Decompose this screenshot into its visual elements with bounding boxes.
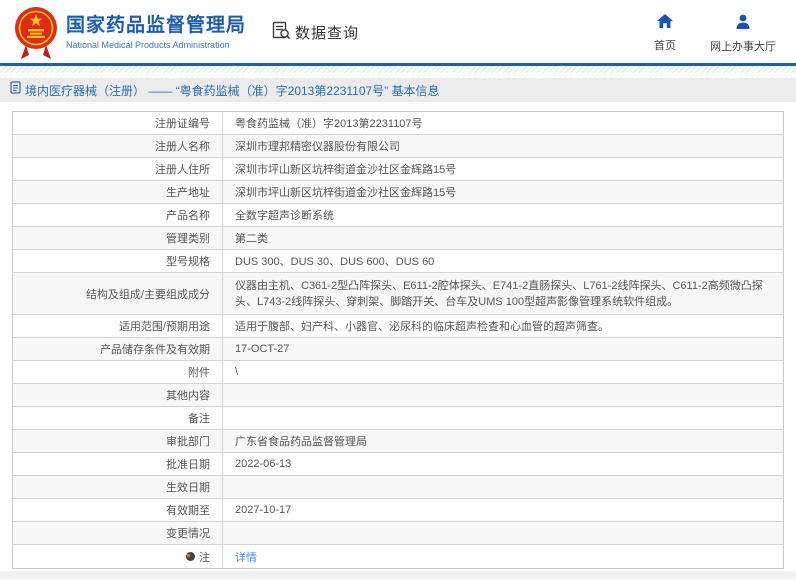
agency-title-block: 国家药品监督管理局 National Medical Products Admi… <box>66 14 246 50</box>
row-label: 注册人名称 <box>13 135 223 157</box>
row-label: 其他内容 <box>13 384 223 406</box>
row-label: 适用范围/预期用途 <box>13 315 223 337</box>
table-row-reg-number: 注册证编号 粤食药监械（准）字2013第2231107号 <box>13 112 783 135</box>
module-title: 数据查询 <box>295 25 360 42</box>
row-label: 注 <box>13 545 223 568</box>
row-label: 注册人住所 <box>13 158 223 180</box>
row-label: 产品名称 <box>13 204 223 226</box>
table-row-other-content: 其他内容 <box>13 384 783 407</box>
note-icon <box>186 552 195 561</box>
row-label: 型号规格 <box>13 250 223 272</box>
row-label: 有效期至 <box>13 499 223 521</box>
agency-name: 国家药品监督管理局 <box>66 14 247 36</box>
document-icon <box>10 81 21 99</box>
main-content: 注册证编号 粤食药监械（准）字2013第2231107号 注册人名称 深圳市理邦… <box>0 102 796 569</box>
module-header: 数据查询 <box>272 21 359 45</box>
row-value: 17-OCT-27 <box>235 343 290 355</box>
row-value <box>223 384 783 406</box>
row-label-text: 注 <box>199 551 210 564</box>
row-value: 深圳市坪山新区坑梓街道金沙社区金辉路15号 <box>235 187 457 199</box>
table-row-change-status: 变更情况 <box>13 522 783 545</box>
table-row-intended-use: 适用范围/预期用途 适用于腹部、妇产科、小器官、泌尿科的临床超声检查和心血管的超… <box>13 315 783 338</box>
row-label: 生效日期 <box>13 476 223 498</box>
row-value: 深圳市理邦精密仪器股份有限公司 <box>235 141 400 153</box>
row-label: 备注 <box>13 407 223 429</box>
row-label: 审批部门 <box>13 430 223 452</box>
header-nav: 首页 网上办事大厅 <box>654 13 776 54</box>
row-label: 附件 <box>13 361 223 383</box>
hatch-divider <box>0 66 796 73</box>
row-value: DUS 300、DUS 30、DUS 600、DUS 60 <box>235 256 435 268</box>
agency-name-en: National Medical Products Administration <box>66 39 230 50</box>
table-row-effective-date: 生效日期 <box>13 476 783 499</box>
row-value: 粤食药监械（准）字2013第2231107号 <box>235 118 423 130</box>
row-label: 变更情况 <box>13 522 223 544</box>
row-label: 结构及组成/主要组成成分 <box>13 273 223 314</box>
site-header: 国家药品监督管理局 National Medical Products Admi… <box>0 0 796 66</box>
row-value: \ <box>235 366 239 378</box>
breadcrumb-text: 境内医疗器械（注册） —— “粤食药监械（准）字2013第2231107号” 基… <box>25 83 440 98</box>
row-label: 产品储存条件及有效期 <box>13 338 223 360</box>
row-value: 仪器由主机、C361-2型凸阵探头、E611-2腔体探头、E741-2直肠探头、… <box>235 280 763 308</box>
row-value: 适用于腹部、妇产科、小器官、泌尿科的临床超声检查和心血管的超声筛查。 <box>235 321 609 333</box>
table-row-remarks: 备注 <box>13 407 783 430</box>
nmpa-emblem-logo[interactable] <box>12 5 60 63</box>
table-row-note: 注 详情 <box>13 545 783 568</box>
table-row-composition: 结构及组成/主要组成成分 仪器由主机、C361-2型凸阵探头、E611-2腔体探… <box>13 273 783 315</box>
nav-online-hall-label: 网上办事大厅 <box>710 40 776 53</box>
table-row-approval-department: 审批部门 广东省食品药品监督管理局 <box>13 430 783 453</box>
row-value <box>223 522 783 544</box>
row-value: 第二类 <box>235 233 268 245</box>
table-row-approval-date: 批准日期 2022-06-13 <box>13 453 783 476</box>
table-row-management-class: 管理类别 第二类 <box>13 227 783 250</box>
breadcrumb: 境内医疗器械（注册） —— “粤食药监械（准）字2013第2231107号” 基… <box>0 78 796 102</box>
table-row-registrant-name: 注册人名称 深圳市理邦精密仪器股份有限公司 <box>13 135 783 158</box>
table-row-model-spec: 型号规格 DUS 300、DUS 30、DUS 600、DUS 60 <box>13 250 783 273</box>
table-row-storage-validity: 产品储存条件及有效期 17-OCT-27 <box>13 338 783 361</box>
note-detail-link[interactable]: 详情 <box>235 549 257 565</box>
row-value <box>223 407 783 429</box>
row-value: 详情 <box>223 545 783 568</box>
table-row-attachment: 附件 \ <box>13 361 783 384</box>
row-value: 全数字超声诊断系统 <box>235 210 334 222</box>
row-value: 2027-10-17 <box>235 504 292 516</box>
user-icon <box>735 14 751 34</box>
table-row-registrant-address: 注册人住所 深圳市坪山新区坑梓街道金沙社区金辉路15号 <box>13 158 783 181</box>
footer-strip <box>0 571 796 579</box>
table-row-product-name: 产品名称 全数字超声诊断系统 <box>13 204 783 227</box>
table-row-production-address: 生产地址 深圳市坪山新区坑梓街道金沙社区金辉路15号 <box>13 181 783 204</box>
registration-detail-table: 注册证编号 粤食药监械（准）字2013第2231107号 注册人名称 深圳市理邦… <box>12 111 784 569</box>
home-icon <box>657 13 673 33</box>
row-value: 2022-06-13 <box>235 458 292 470</box>
row-label: 注册证编号 <box>13 112 223 134</box>
row-label: 批准日期 <box>13 453 223 475</box>
row-value <box>223 476 783 498</box>
row-value: 广东省食品药品监督管理局 <box>235 436 367 448</box>
row-label: 生产地址 <box>13 181 223 203</box>
row-value: 深圳市坪山新区坑梓街道金沙社区金辉路15号 <box>235 164 457 176</box>
nav-home-label: 首页 <box>654 39 676 52</box>
nav-home[interactable]: 首页 <box>654 13 676 53</box>
nav-online-hall[interactable]: 网上办事大厅 <box>710 14 776 54</box>
data-query-icon <box>272 21 291 45</box>
table-row-expiry-date: 有效期至 2027-10-17 <box>13 499 783 522</box>
row-label: 管理类别 <box>13 227 223 249</box>
